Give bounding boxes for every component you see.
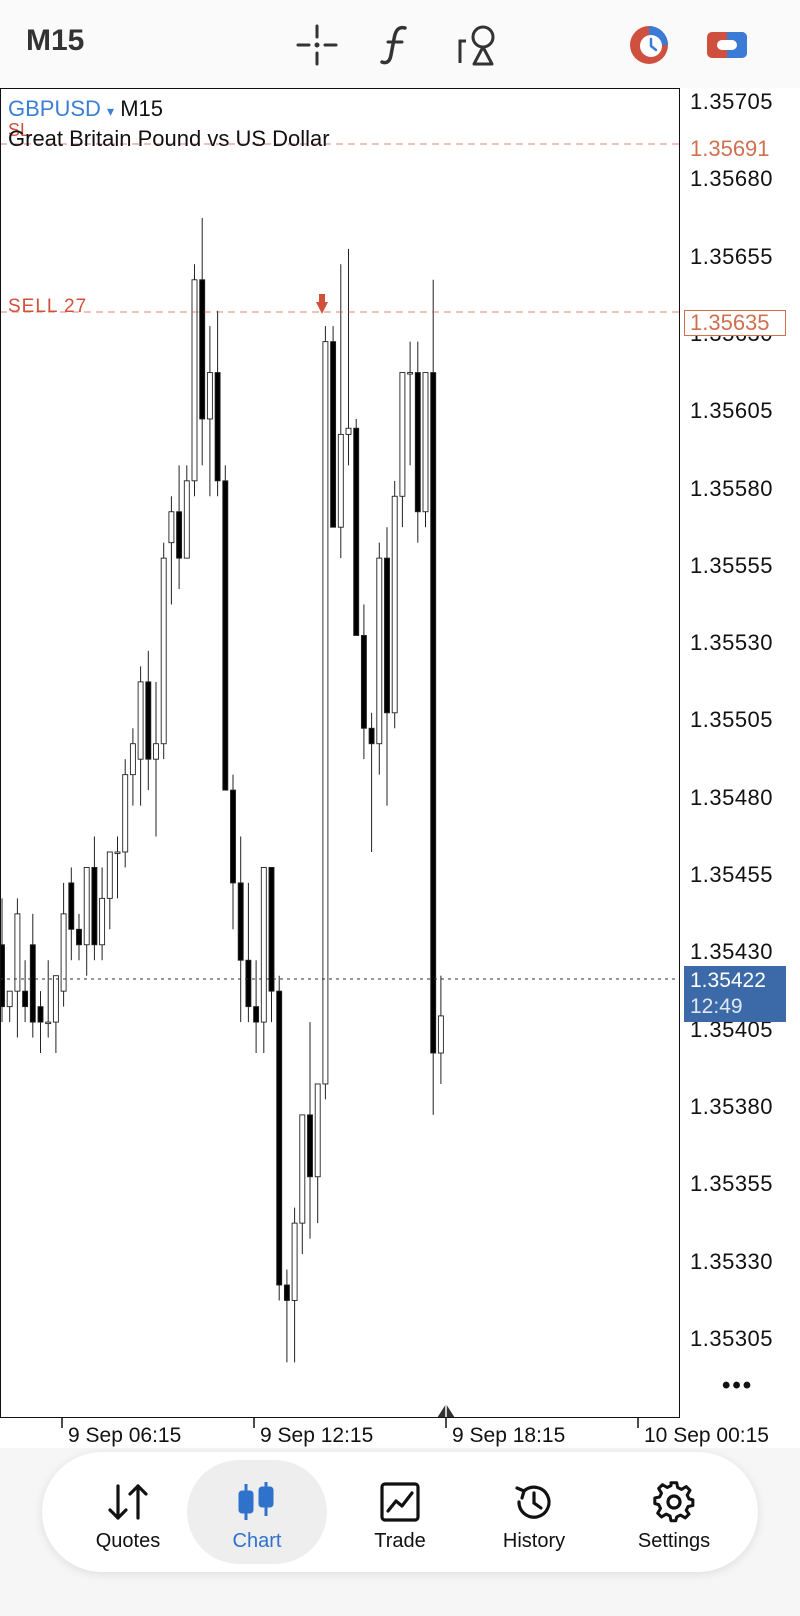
current-price-badge: 1.35422 12:49: [684, 966, 786, 1022]
price-tick-label: 1.35330: [690, 1248, 774, 1274]
price-tick-label: 1.35430: [690, 939, 774, 965]
price-tick-label: 1.35705: [690, 89, 774, 114]
nav-trade-label: Trade: [374, 1530, 426, 1552]
price-tick-label: 1.35380: [690, 1093, 774, 1119]
time-tick-label: 9 Sep 06:15: [68, 1424, 182, 1447]
nav-trade[interactable]: Trade: [330, 1452, 470, 1572]
nav-quotes[interactable]: Quotes: [58, 1452, 198, 1572]
nav-settings[interactable]: Settings: [604, 1452, 744, 1572]
nav-chart-label: Chart: [232, 1530, 282, 1552]
trade-chart-icon: [379, 1480, 421, 1524]
price-tick-label: 1.35680: [690, 166, 774, 192]
price-tick-label: 1.35505: [690, 707, 774, 733]
chart-icon: [237, 1480, 277, 1524]
price-tick-label: 1.35555: [690, 552, 774, 578]
nav-chart[interactable]: Chart: [187, 1460, 327, 1564]
bottom-navigation: Quotes Chart Trade History Settings: [42, 1452, 758, 1572]
time-tick-label: 10 Sep 00:15: [644, 1424, 769, 1447]
current-price: 1.35422: [690, 969, 766, 992]
symbol-name[interactable]: GBPUSD: [8, 96, 101, 121]
sell-order-price: 1.35635: [684, 310, 786, 336]
price-tick-label: 1.35655: [690, 243, 774, 269]
price-tick-label: 1.35530: [690, 630, 774, 656]
nav-history-label: History: [502, 1530, 566, 1552]
nav-history[interactable]: History: [464, 1452, 604, 1572]
nav-settings-label: Settings: [637, 1530, 711, 1552]
time-tick-label: 9 Sep 18:15: [452, 1424, 566, 1447]
nav-quotes-label: Quotes: [95, 1530, 161, 1552]
chart-frame: [0, 88, 680, 1418]
symbol-header[interactable]: GBPUSD ▾ M15: [8, 96, 163, 122]
symbol-dropdown-icon[interactable]: ▾: [107, 103, 114, 119]
price-tick-label: 1.35455: [690, 862, 774, 887]
sell-order-label[interactable]: SELL 27: [8, 296, 87, 318]
price-tick-label: 1.35605: [690, 398, 774, 424]
symbol-description: Great Britain Pound vs US Dollar: [8, 126, 330, 151]
price-tick-label: 1.35480: [690, 784, 774, 810]
more-options-icon[interactable]: •••: [722, 1372, 753, 1400]
price-tick-label: 1.35580: [690, 475, 774, 501]
symbol-timeframe: M15: [120, 96, 163, 121]
price-tick-label: 1.35355: [690, 1171, 774, 1197]
history-icon: [512, 1480, 556, 1524]
bar-countdown: 12:49: [690, 995, 743, 1018]
settings-icon: [652, 1480, 696, 1524]
stop-loss-price: 1.35691: [690, 136, 770, 161]
quotes-icon: [106, 1480, 150, 1524]
time-tick-label: 9 Sep 12:15: [260, 1424, 374, 1447]
price-tick-label: 1.35305: [690, 1325, 774, 1351]
